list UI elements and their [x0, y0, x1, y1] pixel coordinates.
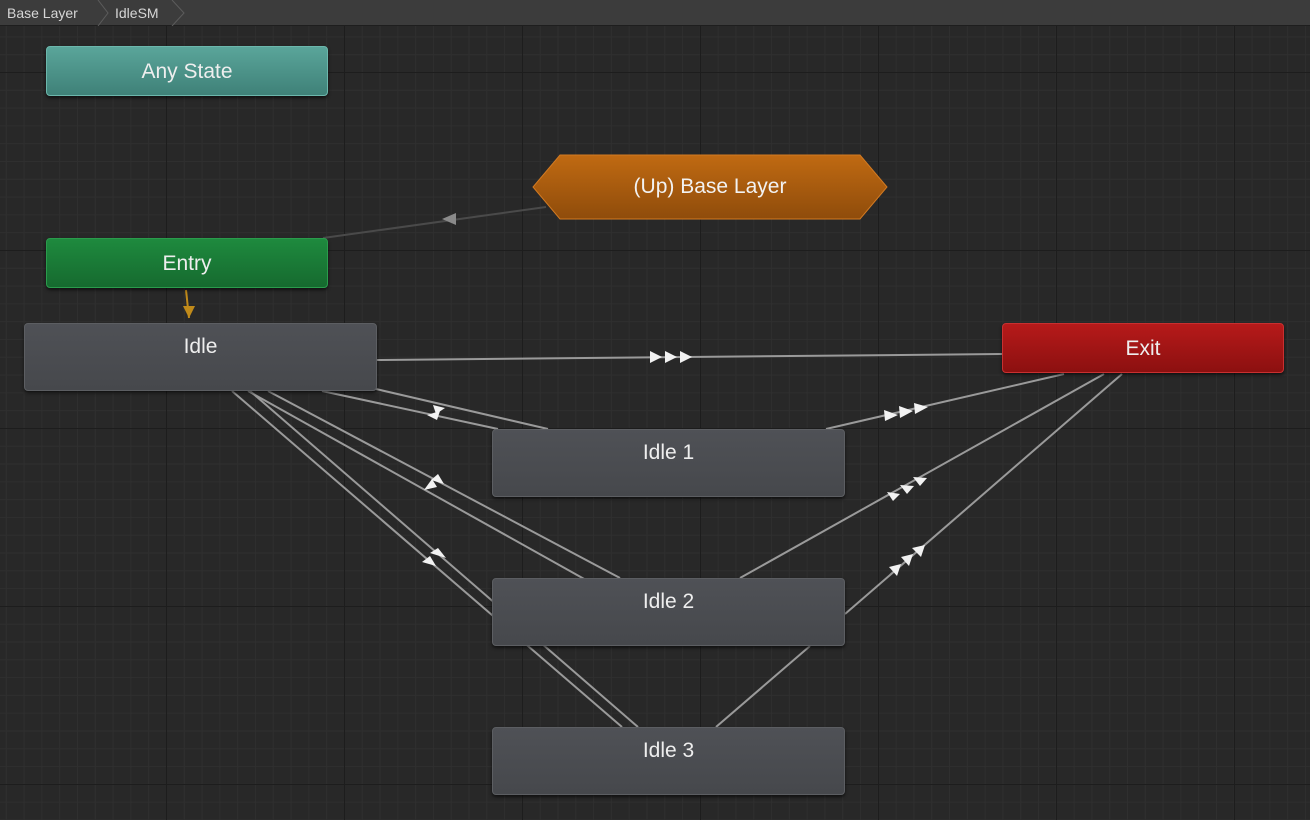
animator-window: Base Layer IdleSM Any State (Up) Base La…	[0, 0, 1310, 820]
any-state-node[interactable]: Any State	[46, 46, 328, 96]
node-label: Any State	[141, 60, 233, 83]
breadcrumb-separator-icon	[171, 0, 185, 26]
state-node-idle[interactable]: Idle	[24, 323, 377, 391]
node-label: Idle	[183, 335, 218, 358]
entry-node[interactable]: Entry	[46, 238, 328, 288]
node-label: Idle 3	[642, 739, 695, 762]
breadcrumb-separator-icon	[97, 0, 109, 26]
up-base-layer-node[interactable]: (Up) Base Layer	[532, 154, 888, 220]
node-label: (Up) Base Layer	[633, 175, 787, 198]
breadcrumb: Base Layer IdleSM	[0, 0, 1310, 26]
state-node-idle1[interactable]: Idle 1	[492, 429, 845, 497]
state-node-idle2[interactable]: Idle 2	[492, 578, 845, 646]
node-label: Entry	[162, 252, 212, 275]
state-node-idle3[interactable]: Idle 3	[492, 727, 845, 795]
breadcrumb-item-idlesm[interactable]: IdleSM	[115, 0, 159, 25]
node-label: Idle 1	[642, 441, 695, 464]
node-label: Idle 2	[642, 590, 695, 613]
breadcrumb-item-base-layer[interactable]: Base Layer	[7, 0, 78, 25]
exit-node[interactable]: Exit	[1002, 323, 1284, 373]
node-label: Exit	[1125, 337, 1161, 360]
state-graph-canvas[interactable]	[0, 26, 1310, 820]
